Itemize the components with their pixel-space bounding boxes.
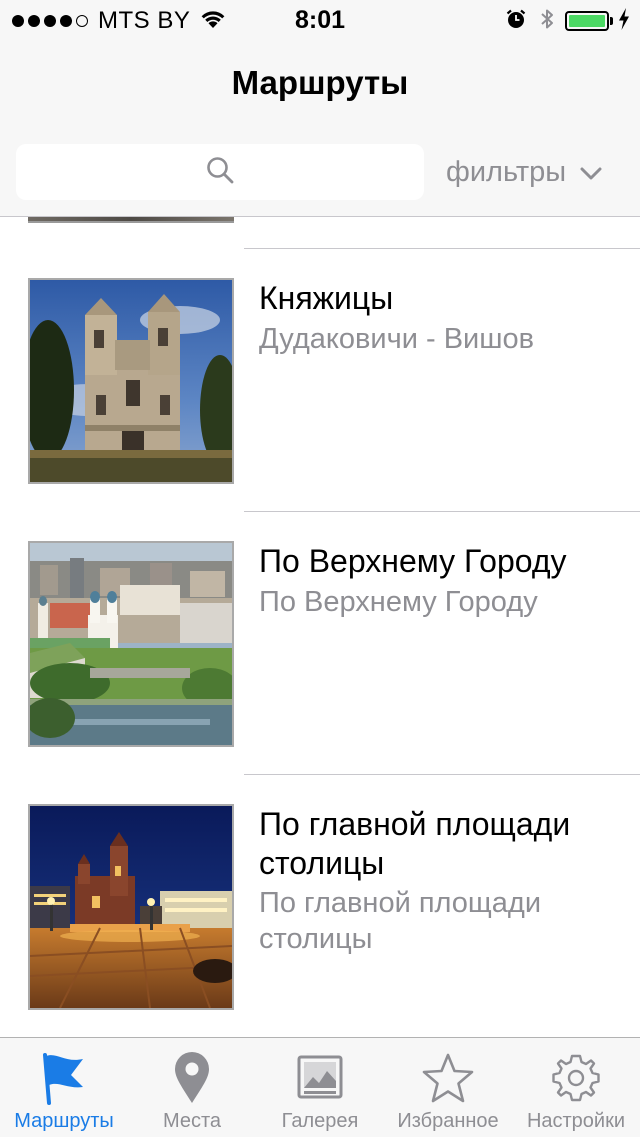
chevron-down-icon: [580, 156, 602, 189]
filters-label: фильтры: [446, 155, 567, 188]
route-thumbnail-night-square: [28, 804, 234, 1010]
gallery-icon: [256, 1050, 384, 1106]
status-bar: MTS BY 8:01: [0, 0, 640, 40]
route-title: По главной площади столицы: [259, 806, 571, 881]
tab-favorites[interactable]: Избранное: [384, 1038, 512, 1137]
star-icon: [384, 1050, 512, 1106]
route-subtitle: По Верхнему Городу: [259, 586, 538, 618]
tab-label: Места: [162, 1110, 222, 1132]
tab-bar: Маршруты Места Галерея Избранное Настрой…: [0, 1037, 640, 1137]
route-item[interactable]: По Верхнему Городу По Верхнему Городу: [0, 512, 640, 774]
previous-route-thumbnail: [28, 217, 234, 223]
bluetooth-icon: [539, 7, 555, 36]
tab-places[interactable]: Места: [128, 1038, 256, 1137]
flag-icon: [0, 1050, 128, 1106]
route-thumbnail-ruined-church: [28, 278, 234, 484]
route-title: По Верхнему Городу: [259, 543, 567, 579]
routes-list[interactable]: Княжицы Дудаковичи - Вишов По Верхнему Г…: [0, 217, 640, 1037]
route-title: Княжицы: [259, 280, 394, 316]
tab-settings[interactable]: Настройки: [512, 1038, 640, 1137]
route-subtitle: По главной площади столицы: [259, 887, 542, 955]
charging-icon: [618, 7, 630, 35]
route-item[interactable]: По главной площади столицы По главной пл…: [0, 775, 640, 1037]
tab-label: Галерея: [281, 1110, 359, 1132]
search-icon: [205, 155, 235, 190]
page-title: Маршруты: [231, 64, 409, 101]
status-right: [505, 7, 630, 36]
alarm-icon: [505, 8, 527, 35]
search-field[interactable]: [16, 144, 424, 200]
navigation-bar: Маршруты фильтры: [0, 40, 640, 217]
filters-button[interactable]: фильтры: [446, 144, 602, 200]
route-thumbnail-city-panorama: [28, 541, 234, 747]
route-item[interactable]: Княжицы Дудаковичи - Вишов: [0, 249, 640, 511]
tab-routes[interactable]: Маршруты: [0, 1038, 128, 1137]
tab-label: Избранное: [397, 1110, 499, 1132]
tab-label: Настройки: [526, 1110, 626, 1132]
battery-tip: [610, 17, 613, 25]
battery-icon: [565, 11, 609, 31]
map-pin-icon: [128, 1050, 256, 1106]
tab-label: Маршруты: [14, 1110, 114, 1132]
route-subtitle: Дудаковичи - Вишов: [259, 323, 535, 355]
gear-icon: [512, 1050, 640, 1106]
tab-gallery[interactable]: Галерея: [256, 1038, 384, 1137]
